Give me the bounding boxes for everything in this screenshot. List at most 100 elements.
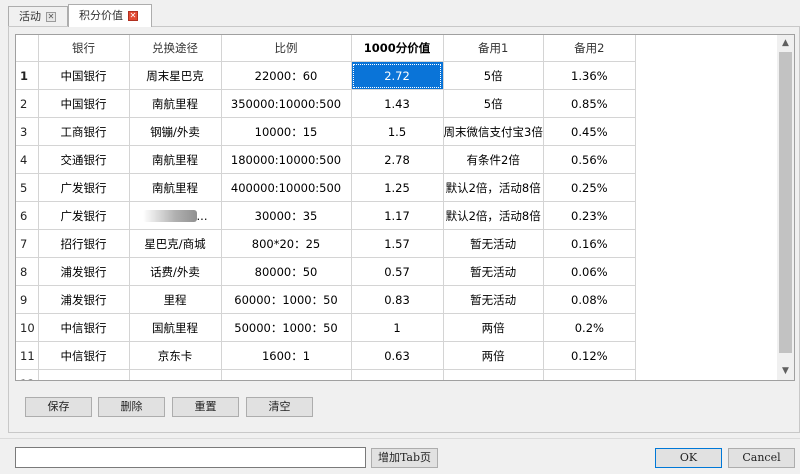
table-cell[interactable]: 国航里程 — [129, 313, 222, 342]
column-header[interactable]: 1000分价值 — [351, 35, 444, 62]
table-row[interactable]: 5 广发银行 南航里程 400000:10000:500 1.25 默认2倍，活动8倍 0.… — [16, 173, 636, 202]
row-number[interactable]: 1 — [16, 61, 39, 90]
ok-button[interactable]: OK — [655, 448, 722, 468]
cancel-button[interactable]: Cancel — [728, 448, 795, 468]
table-cell[interactable]: 暂无活动 — [443, 257, 544, 286]
row-number[interactable]: 6 — [16, 201, 39, 230]
table-cell[interactable]: ... — [129, 201, 222, 230]
table-cell[interactable]: 周末微信支付宝3倍 — [443, 117, 544, 146]
table-cell[interactable]: 60000：1000：50 — [221, 285, 352, 314]
table-cell[interactable]: 0.2% — [543, 313, 636, 342]
tab-activity[interactable]: 活动 ✕ — [8, 6, 68, 26]
column-header[interactable]: 银行 — [38, 35, 130, 62]
table-row[interactable]: 9 浦发银行 里程 60000：1000：50 0.83 暂无活动 0.08% — [16, 285, 636, 314]
column-header[interactable]: 兑换途径 — [129, 35, 222, 62]
table-cell[interactable]: 0.83 — [351, 285, 444, 314]
table-cell[interactable]: 招行银行 — [38, 229, 130, 258]
table-cell[interactable]: 80000：50 — [221, 257, 352, 286]
delete-button[interactable]: 删除 — [98, 397, 165, 417]
row-number[interactable]: 5 — [16, 173, 39, 202]
column-header[interactable]: 备用2 — [543, 35, 636, 62]
table-cell[interactable]: 浦发银行 — [38, 257, 130, 286]
table-row[interactable]: 6 广发银行... 30000：35 1.17 默认2倍，活动8倍 0.23% — [16, 201, 636, 230]
row-number[interactable]: 10 — [16, 313, 39, 342]
table-cell[interactable]: 1.25 — [351, 173, 444, 202]
table-cell[interactable] — [351, 369, 444, 380]
table-cell[interactable]: 工商银行 — [38, 117, 130, 146]
table-cell[interactable]: 中信银行 — [38, 341, 130, 370]
row-number[interactable]: 7 — [16, 229, 39, 258]
table-cell[interactable]: 中国银行 — [38, 61, 130, 90]
column-header[interactable]: 备用1 — [443, 35, 544, 62]
table-cell[interactable]: 广发银行 — [38, 201, 130, 230]
row-number[interactable]: 12 — [16, 369, 39, 380]
table-cell[interactable]: 0.23% — [543, 201, 636, 230]
table-cell[interactable]: 中信银行 — [38, 313, 130, 342]
table-row[interactable]: 7 招行银行 星巴克/商城 800*20：25 1.57 暂无活动 0.16% — [16, 229, 636, 258]
table-cell[interactable]: 350000:10000:500 — [221, 89, 352, 118]
table-cell[interactable]: 广发银行 — [38, 173, 130, 202]
table-cell[interactable]: 两倍 — [443, 341, 544, 370]
table-cell[interactable]: 里程 — [129, 285, 222, 314]
table-cell[interactable]: 默认2倍，活动8倍 — [443, 201, 544, 230]
table-cell[interactable]: 50000：1000：50 — [221, 313, 352, 342]
table-cell[interactable]: 30000：35 — [221, 201, 352, 230]
table-cell[interactable]: 0.08% — [543, 285, 636, 314]
table-cell[interactable]: 1600：1 — [221, 341, 352, 370]
scroll-down-icon[interactable]: ▼ — [777, 363, 794, 380]
table-row[interactable]: 12 — [16, 369, 636, 380]
table-cell[interactable] — [38, 369, 130, 380]
table-cell[interactable] — [129, 369, 222, 380]
reset-button[interactable]: 重置 — [172, 397, 239, 417]
table-cell[interactable]: 0.16% — [543, 229, 636, 258]
table-cell[interactable]: 南航里程 — [129, 145, 222, 174]
table-cell[interactable]: 2.78 — [351, 145, 444, 174]
table-row[interactable]: 10 中信银行 国航里程 50000：1000：50 1 两倍 0.2% — [16, 313, 636, 342]
table-cell[interactable]: 南航里程 — [129, 89, 222, 118]
table-cell[interactable]: 22000：60 — [221, 61, 352, 90]
tab-name-input[interactable] — [15, 447, 366, 468]
tab-points-value[interactable]: 积分价值 ✕ — [68, 4, 152, 27]
table-cell[interactable]: 钢镚/外卖 — [129, 117, 222, 146]
table-cell[interactable]: 两倍 — [443, 313, 544, 342]
table-cell[interactable]: 0.12% — [543, 341, 636, 370]
table-cell[interactable]: 2.72 — [351, 61, 444, 90]
add-tab-button[interactable]: 增加Tab页 — [371, 448, 438, 468]
table-row[interactable]: 4 交通银行 南航里程 180000:10000:500 2.78 有条件2倍 0.56% — [16, 145, 636, 174]
table-cell[interactable]: 5倍 — [443, 89, 544, 118]
table-cell[interactable]: 南航里程 — [129, 173, 222, 202]
table-cell[interactable]: 0.57 — [351, 257, 444, 286]
table-cell[interactable]: 0.63 — [351, 341, 444, 370]
table-cell[interactable]: 默认2倍，活动8倍 — [443, 173, 544, 202]
vertical-scrollbar[interactable]: ▲ ▼ — [777, 35, 794, 380]
table-row[interactable]: 2 中国银行 南航里程 350000:10000:500 1.43 5倍 0.85% — [16, 89, 636, 118]
scroll-up-icon[interactable]: ▲ — [777, 35, 794, 52]
row-number[interactable]: 8 — [16, 257, 39, 286]
table-cell[interactable] — [221, 369, 352, 380]
row-number[interactable]: 9 — [16, 285, 39, 314]
table-row[interactable]: 1 中国银行 周末星巴克 22000：60 2.72 5倍 1.36% — [16, 61, 636, 90]
table-cell[interactable]: 京东卡 — [129, 341, 222, 370]
table-cell[interactable] — [543, 369, 636, 380]
row-number[interactable]: 11 — [16, 341, 39, 370]
close-icon[interactable]: ✕ — [46, 11, 56, 22]
row-number[interactable]: 2 — [16, 89, 39, 118]
table-cell[interactable]: 1.57 — [351, 229, 444, 258]
table-cell[interactable]: 星巴克/商城 — [129, 229, 222, 258]
table-cell[interactable]: 浦发银行 — [38, 285, 130, 314]
table-cell[interactable]: 周末星巴克 — [129, 61, 222, 90]
table-cell[interactable]: 800*20：25 — [221, 229, 352, 258]
table-cell[interactable]: 400000:10000:500 — [221, 173, 352, 202]
table-cell[interactable]: 10000：15 — [221, 117, 352, 146]
row-number[interactable]: 4 — [16, 145, 39, 174]
table-cell[interactable]: 180000:10000:500 — [221, 145, 352, 174]
table-cell[interactable]: 1.17 — [351, 201, 444, 230]
table-cell[interactable]: 暂无活动 — [443, 285, 544, 314]
table-cell[interactable]: 0.56% — [543, 145, 636, 174]
table-cell[interactable]: 1.43 — [351, 89, 444, 118]
scrollbar-thumb[interactable] — [779, 52, 792, 353]
save-button[interactable]: 保存 — [25, 397, 92, 417]
table-cell[interactable]: 0.06% — [543, 257, 636, 286]
row-number[interactable]: 3 — [16, 117, 39, 146]
table-cell[interactable]: 1.5 — [351, 117, 444, 146]
